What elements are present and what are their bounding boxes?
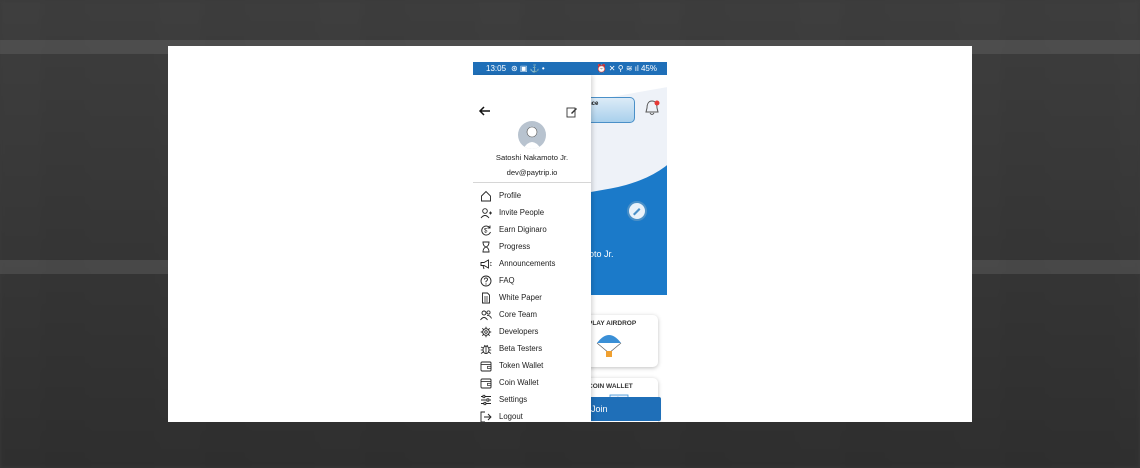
status-bar: 13:05 ⊛ ▣ ⚓ • ⏰ ✕ ⚲ ≋ ıl 45%: [473, 62, 667, 75]
avatar[interactable]: [518, 121, 546, 149]
join-button[interactable]: Join: [581, 397, 661, 421]
menu-item-token-wallet[interactable]: Token Wallet: [473, 357, 591, 374]
hourglass-icon: [480, 241, 492, 253]
svg-text:$: $: [484, 228, 488, 234]
edit-profile-icon[interactable]: [627, 201, 647, 221]
menu-label: Invite People: [499, 208, 545, 217]
menu-label: Beta Testers: [499, 344, 543, 353]
team-icon: [480, 309, 492, 321]
menu-item-settings[interactable]: Settings: [473, 391, 591, 408]
status-right: ⏰ ✕ ⚲ ≋ ıl 45%: [597, 62, 657, 75]
menu-label: Token Wallet: [499, 361, 544, 370]
menu-label: Logout: [499, 412, 523, 421]
menu-label: Progress: [499, 242, 531, 251]
sliders-icon: [480, 394, 492, 406]
divider: [473, 182, 591, 183]
menu-item-logout[interactable]: Logout: [473, 408, 591, 422]
question-icon: [480, 275, 492, 287]
drawer-menu: Profile Invite People $ Earn Diginaro Pr…: [473, 187, 591, 422]
bug-icon: [480, 343, 492, 355]
status-right-icons: ⏰ ✕ ⚲ ≋ ıl: [596, 64, 639, 73]
menu-item-developers[interactable]: Developers: [473, 323, 591, 340]
menu-item-white-paper[interactable]: White Paper: [473, 289, 591, 306]
navigation-drawer: Satoshi Nakamoto Jr. dev@paytrip.io Prof…: [473, 75, 591, 422]
menu-label: Settings: [499, 395, 528, 404]
join-label: Join: [591, 404, 608, 414]
menu-item-progress[interactable]: Progress: [473, 238, 591, 255]
user-email: dev@paytrip.io: [506, 168, 558, 177]
megaphone-icon: [480, 258, 492, 270]
parachute-icon: [596, 335, 622, 357]
wallet-icon: [480, 377, 492, 389]
card-label: COIN WALLET: [588, 383, 633, 390]
menu-item-beta-testers[interactable]: Beta Testers: [473, 340, 591, 357]
menu-item-core-team[interactable]: Core Team: [473, 306, 591, 323]
gear-icon: [480, 326, 492, 338]
menu-label: Announcements: [499, 259, 556, 268]
menu-label: FAQ: [499, 276, 515, 285]
menu-item-faq[interactable]: FAQ: [473, 272, 591, 289]
back-arrow-icon[interactable]: [478, 104, 492, 118]
menu-item-invite-people[interactable]: Invite People: [473, 204, 591, 221]
screenshot-frame: 13:05 ⊛ ▣ ⚓ • ⏰ ✕ ⚲ ≋ ıl 45% nce oto Jr.…: [168, 46, 972, 422]
menu-label: Core Team: [499, 310, 537, 319]
menu-item-coin-wallet[interactable]: Coin Wallet: [473, 374, 591, 391]
user-name: Satoshi Nakamoto Jr.: [495, 153, 569, 162]
menu-label: Profile: [499, 191, 522, 200]
edit-icon[interactable]: [566, 106, 578, 118]
wallet-icon: [480, 360, 492, 372]
menu-label: Coin Wallet: [499, 378, 539, 387]
notification-bell-icon[interactable]: [643, 99, 661, 117]
logout-icon: [480, 411, 492, 423]
status-left-icons: ⊛ ▣ ⚓ •: [511, 64, 545, 73]
menu-item-earn-diginaro[interactable]: $ Earn Diginaro: [473, 221, 591, 238]
status-time: 13:05: [486, 64, 507, 73]
document-icon: [480, 292, 492, 304]
coin-refresh-icon: $: [480, 224, 492, 236]
battery-level: 45%: [640, 64, 657, 73]
phone-screen: 13:05 ⊛ ▣ ⚓ • ⏰ ✕ ⚲ ≋ ıl 45% nce oto Jr.…: [473, 62, 667, 422]
profile-name-fragment: oto Jr.: [589, 249, 614, 259]
menu-label: White Paper: [499, 293, 542, 302]
menu-label: Developers: [499, 327, 539, 336]
menu-label: Earn Diginaro: [499, 225, 547, 234]
menu-item-announcements[interactable]: Announcements: [473, 255, 591, 272]
add-person-icon: [480, 207, 492, 219]
home-icon: [480, 190, 492, 202]
card-label: PLAY AIRDROP: [588, 320, 637, 327]
menu-item-profile[interactable]: Profile: [473, 187, 591, 204]
